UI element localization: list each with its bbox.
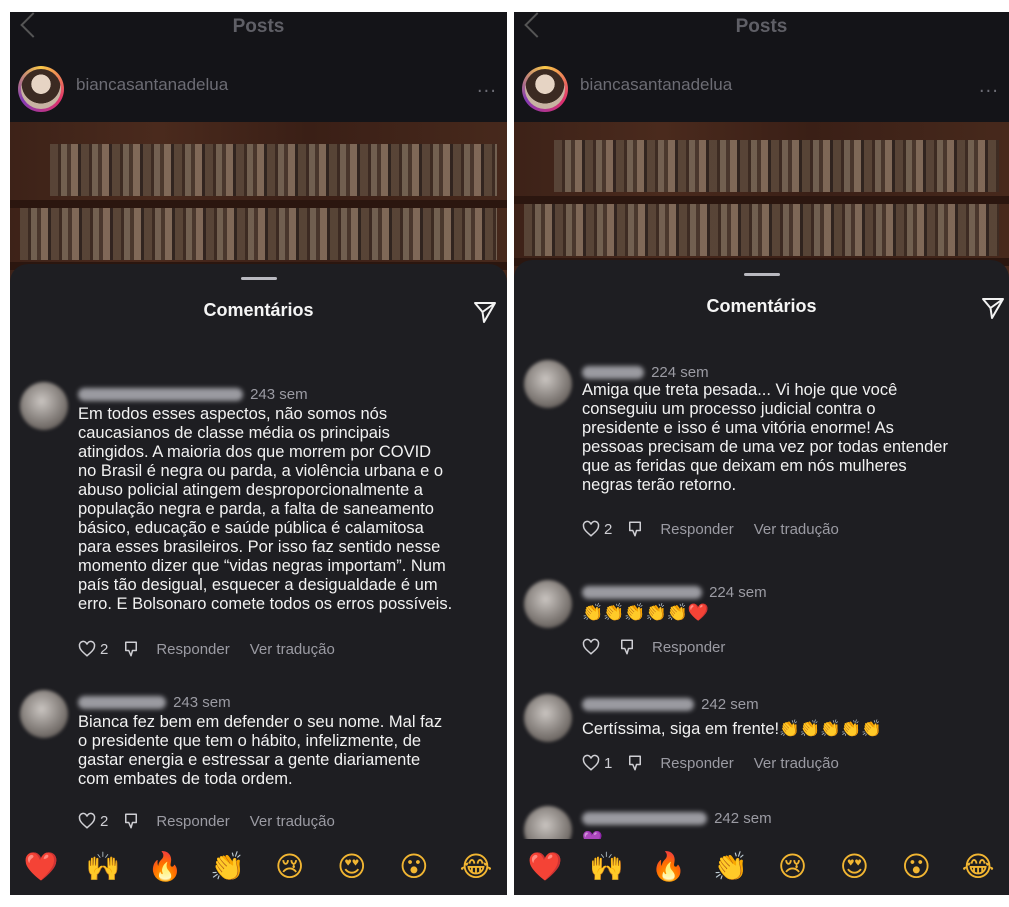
dislike-icon[interactable] — [122, 640, 140, 658]
blurred-username[interactable] — [582, 812, 707, 825]
comment-header: 224 sem — [582, 362, 709, 382]
heart-outline-icon[interactable] — [582, 638, 600, 656]
share-send-icon[interactable] — [473, 300, 497, 324]
comment-header: 243 sem — [78, 384, 308, 404]
reply-button[interactable]: Responder — [652, 639, 725, 656]
commenter-avatar[interactable] — [20, 382, 68, 430]
share-send-icon[interactable] — [981, 296, 1005, 320]
translate-link[interactable]: Ver tradução — [250, 813, 335, 830]
like-count: 2 — [100, 812, 109, 830]
reaction-fire-emoji[interactable]: 🔥 — [145, 852, 185, 882]
comments-title: Comentários — [203, 300, 314, 320]
profile-username[interactable]: biancasantanadelua — [580, 75, 732, 95]
profile-avatar[interactable] — [522, 66, 568, 112]
reaction-clap-emoji[interactable]: 👏 — [207, 852, 247, 882]
comments-sheet: Comentários 243 sem Em todos esses aspec… — [10, 264, 507, 895]
reaction-raised-hands-emoji[interactable]: 🙌 — [83, 852, 123, 882]
like-count: 2 — [100, 640, 109, 658]
comment-text: Certíssima, siga em frente!👏👏👏👏👏 — [582, 720, 882, 738]
post-header: Posts biancasantanadelua ... — [10, 12, 507, 122]
heart-outline-icon[interactable] — [78, 812, 96, 830]
heart-outline-icon[interactable] — [582, 754, 600, 772]
reaction-laughing-emoji[interactable]: 😂 — [958, 852, 998, 882]
comment-text: Bianca fez bem em defender o seu nome. M… — [78, 713, 443, 788]
reaction-heart-emoji[interactable]: ❤️ — [525, 852, 565, 882]
post-header: Posts biancasantanadelua ... — [514, 12, 1009, 122]
comment-text: 👏👏👏👏👏❤️ — [582, 603, 710, 623]
comment-text: Em todos esses aspectos, não somos nós c… — [78, 405, 453, 613]
commenter-avatar[interactable] — [524, 360, 572, 408]
blurred-username[interactable] — [78, 696, 166, 709]
commenter-avatar[interactable] — [20, 690, 68, 738]
reply-button[interactable]: Responder — [156, 641, 229, 658]
reply-button[interactable]: Responder — [660, 521, 733, 538]
comment-header: 242 sem — [582, 808, 772, 828]
blurred-username[interactable] — [582, 586, 702, 599]
left-screenshot-panel: Posts biancasantanadelua ... Comentários… — [10, 12, 507, 895]
commenter-avatar[interactable] — [524, 694, 572, 742]
reaction-surprised-emoji[interactable]: 😮 — [394, 852, 434, 882]
translate-link[interactable]: Ver tradução — [250, 641, 335, 658]
comments-sheet: Comentários 224 sem Amiga que treta pesa… — [514, 260, 1009, 895]
reaction-fire-emoji[interactable]: 🔥 — [649, 852, 689, 882]
dislike-icon[interactable] — [122, 812, 140, 830]
profile-avatar[interactable] — [18, 66, 64, 112]
reaction-laughing-emoji[interactable]: 😂 — [456, 852, 496, 882]
translate-link[interactable]: Ver tradução — [754, 755, 839, 772]
drag-handle[interactable] — [743, 273, 780, 276]
drag-handle[interactable] — [240, 277, 277, 280]
comment-time: 224 sem — [709, 584, 767, 601]
comment-actions: 1 Responder Ver tradução — [582, 752, 839, 774]
comment-header: 243 sem — [78, 692, 231, 712]
blurred-username[interactable] — [582, 366, 644, 379]
heart-outline-icon[interactable] — [582, 520, 600, 538]
page-title: Posts — [232, 16, 285, 37]
comment-actions: 2 Responder Ver tradução — [582, 518, 839, 540]
comment-time: 243 sem — [250, 386, 308, 403]
commenter-avatar[interactable] — [524, 580, 572, 628]
reaction-heart-eyes-emoji[interactable]: 😍 — [332, 852, 372, 882]
reaction-heart-eyes-emoji[interactable]: 😍 — [834, 852, 874, 882]
comment-header: 224 sem — [582, 582, 767, 602]
like-count: 1 — [604, 754, 613, 772]
reaction-crying-emoji[interactable]: 😢 — [772, 852, 812, 882]
right-screenshot-panel: Posts biancasantanadelua ... Comentários… — [514, 12, 1009, 895]
reaction-surprised-emoji[interactable]: 😮 — [896, 852, 936, 882]
comment-actions: 2 Responder Ver tradução — [78, 638, 335, 660]
dislike-icon[interactable] — [618, 638, 636, 656]
comment-time: 243 sem — [173, 694, 231, 711]
comment-actions: 2 Responder Ver tradução — [78, 810, 335, 832]
more-options-icon[interactable]: ... — [477, 76, 497, 97]
reaction-crying-emoji[interactable]: 😢 — [270, 852, 310, 882]
more-options-icon[interactable]: ... — [979, 76, 999, 97]
reply-button[interactable]: Responder — [156, 813, 229, 830]
reply-button[interactable]: Responder — [660, 755, 733, 772]
reaction-raised-hands-emoji[interactable]: 🙌 — [587, 852, 627, 882]
translate-link[interactable]: Ver tradução — [754, 521, 839, 538]
dislike-icon[interactable] — [626, 754, 644, 772]
comment-time: 242 sem — [701, 696, 759, 713]
profile-username[interactable]: biancasantanadelua — [76, 75, 228, 95]
blurred-username[interactable] — [78, 388, 243, 401]
blurred-username[interactable] — [582, 698, 694, 711]
reaction-bar: ❤️ 🙌 🔥 👏 😢 😍 😮 😂 — [514, 839, 1009, 895]
comment-header: 242 sem — [582, 694, 759, 714]
page-title: Posts — [735, 16, 788, 37]
like-count: 2 — [604, 520, 613, 538]
comment-actions: Responder — [582, 636, 745, 658]
reaction-bar: ❤️ 🙌 🔥 👏 😢 😍 😮 😂 — [10, 839, 507, 895]
comments-title: Comentários — [706, 296, 817, 316]
heart-outline-icon[interactable] — [78, 640, 96, 658]
reaction-heart-emoji[interactable]: ❤️ — [21, 852, 61, 882]
reaction-clap-emoji[interactable]: 👏 — [711, 852, 751, 882]
comment-text: Amiga que treta pesada... Vi hoje que vo… — [582, 381, 948, 494]
comment-time: 242 sem — [714, 810, 772, 827]
comment-time: 224 sem — [651, 364, 709, 381]
dislike-icon[interactable] — [626, 520, 644, 538]
